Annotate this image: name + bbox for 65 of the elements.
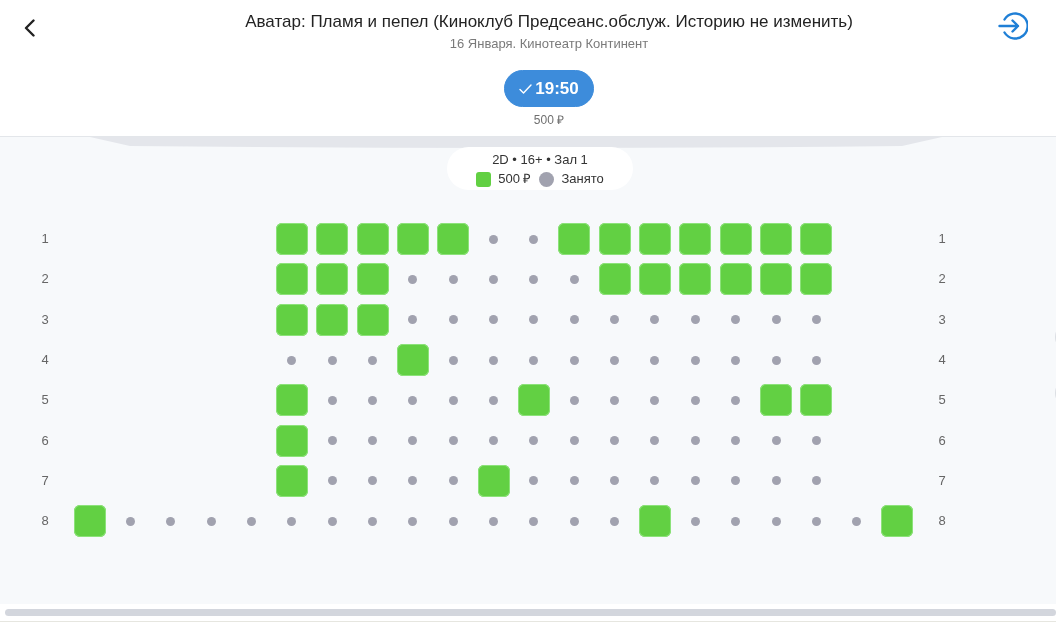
login-button[interactable] (998, 11, 1028, 41)
available-seat[interactable] (679, 223, 712, 256)
available-seat[interactable] (275, 223, 308, 256)
legend-label: Занято (561, 171, 604, 187)
row-number: 5 (41, 392, 49, 409)
row-number: 4 (938, 352, 946, 369)
available-seat[interactable] (760, 384, 792, 417)
horizontal-scrollbar[interactable] (5, 609, 1056, 616)
available-seat[interactable] (800, 384, 833, 417)
row-number: 3 (938, 311, 946, 328)
check-icon (519, 83, 533, 94)
available-seat[interactable] (396, 344, 429, 377)
available-seat[interactable] (477, 464, 510, 497)
available-seat[interactable] (356, 223, 389, 256)
available-seat[interactable] (639, 263, 671, 296)
available-seat[interactable] (437, 223, 470, 256)
row-number: 5 (938, 392, 946, 409)
available-seat[interactable] (275, 263, 308, 296)
row-number: 6 (41, 432, 49, 449)
row-number: 8 (41, 513, 49, 530)
available-seat[interactable] (316, 263, 349, 296)
row-number: 1 (938, 231, 946, 248)
available-seat[interactable] (396, 223, 429, 256)
available-seat[interactable] (275, 303, 308, 336)
row-number: 2 (41, 271, 49, 288)
row-number: 8 (938, 513, 946, 530)
legend-label: 500 ₽ (498, 171, 532, 187)
row-number: 6 (938, 432, 946, 449)
row-number: 3 (41, 311, 49, 328)
available-seat[interactable] (316, 303, 349, 336)
available-seat[interactable] (558, 223, 591, 256)
available-seat[interactable] (719, 223, 752, 256)
available-seat[interactable] (275, 464, 308, 497)
available-seat[interactable] (679, 263, 712, 296)
circle-swatch-icon (539, 171, 555, 187)
available-seat[interactable] (356, 303, 389, 336)
available-seat[interactable] (760, 223, 792, 256)
available-seat[interactable] (275, 424, 308, 457)
movie-title: Аватар: Пламя и пепел (Киноклуб Предсеанс.обслуж. Историю не изменить) (245, 11, 853, 32)
available-seat[interactable] (275, 384, 308, 417)
available-seat[interactable] (760, 263, 792, 296)
chevron-left-icon (23, 19, 35, 37)
available-seat[interactable] (356, 263, 389, 296)
row-number: 2 (938, 271, 946, 288)
price-label: 500 ₽ (533, 113, 565, 127)
square-swatch-icon (476, 171, 492, 187)
available-seat[interactable] (598, 263, 631, 296)
row-number: 7 (41, 472, 49, 489)
available-seat[interactable] (800, 263, 833, 296)
session-subtitle: 16 Января. Кинотеатр Континент (449, 36, 649, 52)
available-seat[interactable] (74, 505, 107, 538)
available-seat[interactable] (517, 384, 550, 417)
showtime-button[interactable]: 19:50 (504, 70, 594, 107)
available-seat[interactable] (598, 223, 631, 256)
row-number: 4 (41, 352, 49, 369)
row-number: 7 (938, 472, 946, 489)
available-seat[interactable] (639, 223, 671, 256)
available-seat[interactable] (639, 505, 671, 538)
row-number: 1 (41, 231, 49, 248)
available-seat[interactable] (800, 223, 833, 256)
available-seat[interactable] (316, 223, 349, 256)
available-seat[interactable] (881, 505, 914, 538)
login-icon (998, 11, 1028, 41)
available-seat[interactable] (719, 263, 752, 296)
hall-info: 2D • 16+ • Зал 1 (492, 152, 588, 168)
